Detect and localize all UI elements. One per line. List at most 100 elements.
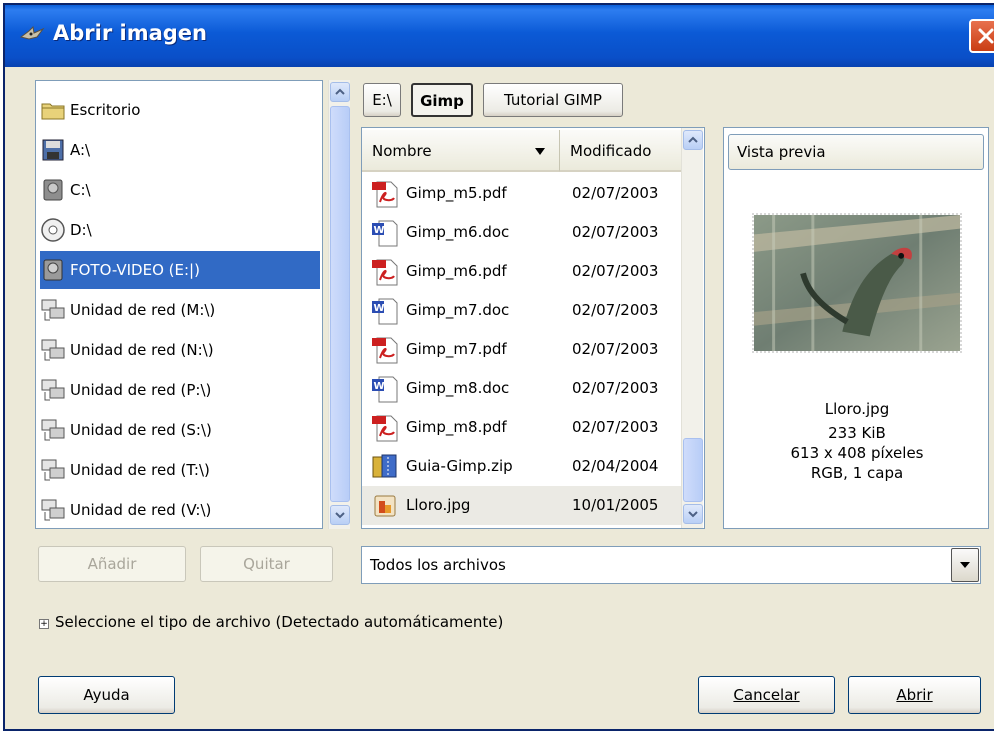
file-row[interactable]: Gimp_m5.pdf 02/07/2003 [362,174,682,213]
file-row[interactable]: Gimp_m7.pdf 02/07/2003 [362,330,682,369]
network-drive-icon [41,459,65,481]
file-date: 02/07/2003 [572,184,659,202]
file-date: 02/04/2004 [572,457,659,475]
file-name: Gimp_m8.pdf [406,418,507,436]
scroll-down-button[interactable] [330,505,350,525]
place-drive-d[interactable]: D:\ [40,211,320,249]
word-file-icon: W [372,220,398,247]
place-network-t[interactable]: Unidad de red (T:\) [40,451,320,489]
preview-header-button[interactable]: Vista previa [728,134,984,170]
preview-filesize: 233 KiB [828,424,886,442]
preview-header-label: Vista previa [737,143,826,161]
file-name: Gimp_m7.doc [406,301,510,319]
close-button[interactable] [969,19,994,53]
column-header-modified[interactable]: Modificado [560,130,682,172]
title-bar[interactable]: Abrir imagen [5,5,994,67]
file-filter-dropdown-button[interactable] [951,548,979,582]
path-current-label: Gimp [420,92,464,110]
path-button-child[interactable]: Tutorial GIMP [483,83,623,117]
place-label: Unidad de red (S:\) [70,421,212,439]
help-label: Ayuda [83,686,130,704]
svg-text:W: W [374,225,385,236]
network-drive-icon [41,499,65,521]
file-date: 10/01/2005 [572,496,659,514]
cancel-button[interactable]: Cancelar [698,676,835,714]
chevron-up-icon [335,88,345,95]
places-list: Escritorio A:\ C:\ D:\ FOTO-VIDEO (E:|) … [35,80,323,529]
places-scrollbar[interactable] [328,80,350,529]
scroll-thumb[interactable] [683,438,703,502]
file-filter-combo[interactable]: Todos los archivos [361,546,981,584]
cd-drive-icon [41,218,65,242]
help-button[interactable]: Ayuda [38,676,175,714]
file-row[interactable]: Guia-Gimp.zip 02/04/2004 [362,447,682,486]
cancel-label: Cancelar [733,686,800,704]
file-type-expander[interactable]: + Seleccione el tipo de archivo (Detectad… [39,613,503,631]
pdf-file-icon [372,259,398,286]
image-file-icon [374,495,396,517]
file-name: Gimp_m7.pdf [406,340,507,358]
place-escritorio[interactable]: Escritorio [40,91,320,129]
zip-file-icon [372,454,397,478]
place-network-p[interactable]: Unidad de red (P:\) [40,371,320,409]
remove-place-label: Quitar [243,555,290,573]
path-child-label: Tutorial GIMP [504,91,602,109]
close-icon [978,28,994,44]
sort-descending-icon [535,148,545,155]
add-place-button[interactable]: Añadir [38,546,186,582]
network-drive-icon [41,379,65,401]
column-modified-label: Modificado [570,142,652,160]
network-drive-icon [41,419,65,441]
place-label: Unidad de red (V:\) [70,501,212,519]
file-date: 02/07/2003 [572,301,659,319]
pdf-file-icon [372,181,398,208]
scroll-up-button[interactable] [330,82,350,102]
dialog-title: Abrir imagen [53,21,207,45]
expand-icon: + [39,619,49,629]
pdf-file-icon [372,337,398,364]
open-button[interactable]: Abrir [848,676,981,714]
chevron-down-icon [960,562,970,568]
file-row[interactable]: Lloro.jpg 10/01/2005 [362,486,682,525]
chevron-down-icon [688,511,698,518]
file-row[interactable]: W Gimp_m8.doc 02/07/2003 [362,369,682,408]
place-network-m[interactable]: Unidad de red (M:\) [40,291,320,329]
place-label: Unidad de red (N:\) [70,341,214,359]
place-label: Escritorio [70,101,141,119]
floppy-icon [42,139,64,161]
open-image-dialog: Abrir imagen Escritorio A:\ C:\ D:\ FOTO… [3,3,994,731]
path-button-root[interactable]: E:\ [363,83,401,117]
scroll-down-button[interactable] [683,504,703,524]
file-date: 02/07/2003 [572,379,659,397]
chevron-up-icon [688,136,698,143]
path-button-current[interactable]: Gimp [411,83,473,117]
place-drive-e[interactable]: FOTO-VIDEO (E:|) [40,251,320,289]
place-label: Unidad de red (P:\) [70,381,212,399]
pdf-file-icon [372,415,398,442]
place-drive-c[interactable]: C:\ [40,171,320,209]
place-label: FOTO-VIDEO (E:|) [70,261,200,279]
column-name-label: Nombre [372,142,432,160]
scroll-up-button[interactable] [683,130,703,150]
scroll-thumb[interactable] [330,106,350,502]
place-network-n[interactable]: Unidad de red (N:\) [40,331,320,369]
file-row[interactable]: Gimp_m8.pdf 02/07/2003 [362,408,682,447]
preview-mode: RGB, 1 capa [810,464,904,482]
hard-drive-icon [43,259,63,281]
file-date: 02/07/2003 [572,418,659,436]
file-row[interactable]: W Gimp_m7.doc 02/07/2003 [362,291,682,330]
place-network-s[interactable]: Unidad de red (S:\) [40,411,320,449]
place-network-v[interactable]: Unidad de red (V:\) [40,491,320,529]
open-label: Abrir [896,686,933,704]
remove-place-button[interactable]: Quitar [200,546,333,582]
file-name: Gimp_m6.pdf [406,262,507,280]
files-scrollbar[interactable] [681,128,703,528]
file-row[interactable]: Gimp_m6.pdf 02/07/2003 [362,252,682,291]
file-name: Gimp_m5.pdf [406,184,507,202]
file-filter-value: Todos los archivos [370,556,506,574]
file-name: Lloro.jpg [406,496,471,514]
place-label: Unidad de red (M:\) [70,301,216,319]
file-row[interactable]: W Gimp_m6.doc 02/07/2003 [362,213,682,252]
place-floppy-a[interactable]: A:\ [40,131,320,169]
column-header-name[interactable]: Nombre [362,130,560,172]
